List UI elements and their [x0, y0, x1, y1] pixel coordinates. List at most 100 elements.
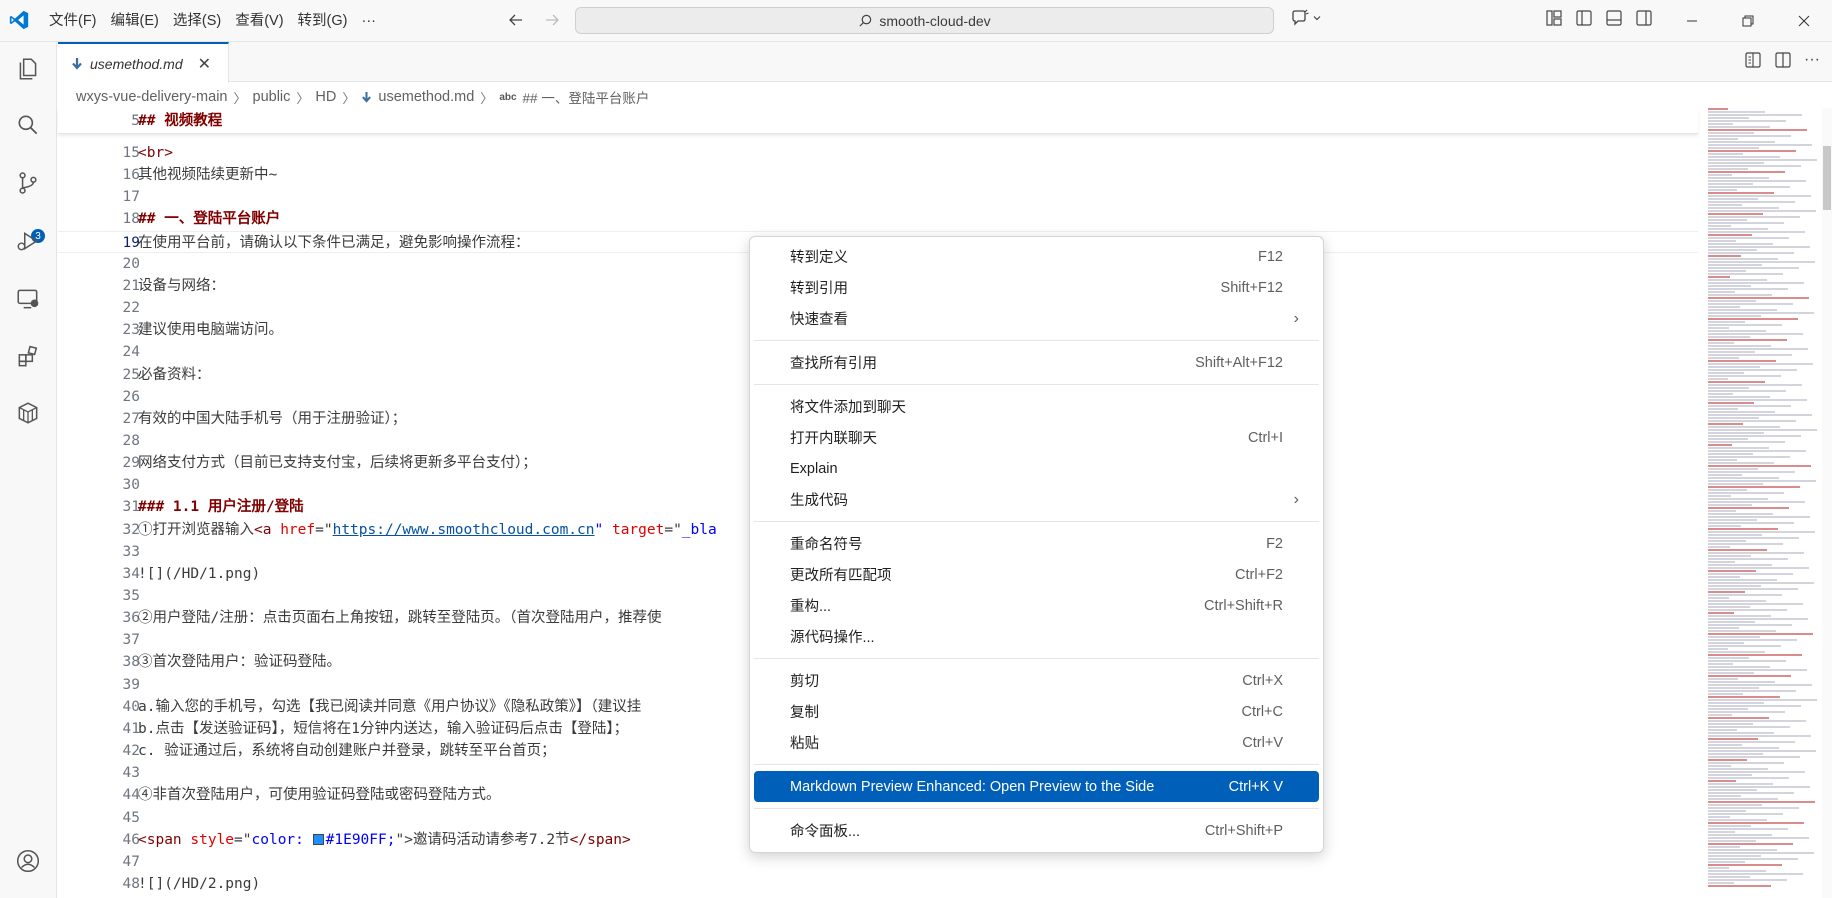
context-menu-item[interactable]: 重命名符号 F2	[754, 528, 1319, 559]
breadcrumb-item-root[interactable]: wxys-vue-delivery-main	[76, 89, 227, 105]
context-menu-item[interactable]: 将文件添加到聊天	[754, 391, 1319, 422]
split-editor-icon[interactable]	[1774, 51, 1792, 69]
minimap-line	[1708, 621, 1755, 623]
sticky-heading: ## 视频教程	[138, 113, 223, 129]
account-icon[interactable]	[13, 846, 43, 876]
menu-separator	[754, 658, 1319, 659]
menu-item-shortcut: Ctrl+Shift+R	[1204, 597, 1283, 614]
customize-layout-icon[interactable]	[1545, 9, 1563, 27]
line-number: 27	[122, 410, 140, 427]
restore-button[interactable]	[1720, 0, 1776, 42]
breadcrumb-item-hd[interactable]: HD	[315, 89, 336, 105]
scrollbar-thumb[interactable]	[1823, 146, 1831, 210]
toggle-panel-icon[interactable]	[1605, 9, 1623, 27]
close-window-button[interactable]	[1776, 0, 1832, 42]
minimap-line	[1708, 222, 1784, 224]
context-menu-item[interactable]: 生成代码 ›	[754, 484, 1319, 515]
minimap-line	[1708, 618, 1808, 620]
context-menu-item[interactable]: 复制 Ctrl+C	[754, 696, 1319, 727]
context-menu-item[interactable]: Markdown Preview Enhanced: Open Preview …	[754, 771, 1319, 802]
minimap-line	[1708, 546, 1730, 548]
context-menu-item[interactable]: 剪切 Ctrl+X	[754, 665, 1319, 696]
run-debug-icon[interactable]	[13, 226, 43, 256]
minimap-line	[1708, 711, 1785, 713]
open-preview-to-side-icon[interactable]	[1744, 51, 1762, 69]
minimap-line	[1708, 771, 1805, 773]
code-line[interactable]: 48 ![](/HD/2.png)	[58, 873, 1698, 895]
menu-item-0[interactable]: 文件(F)	[42, 7, 104, 35]
menu-item-label: 快速查看	[790, 312, 848, 328]
minimap-line	[1708, 726, 1790, 728]
context-menu-item[interactable]: 更改所有匹配项 Ctrl+F2	[754, 559, 1319, 590]
line-content: b.点击【发送验证码】，短信将在1分钟内送达，输入验证码后点击【登陆】；	[138, 718, 628, 740]
line-number: 41	[122, 720, 140, 737]
copilot-button[interactable]	[1290, 9, 1322, 27]
menu-item-2[interactable]: 选择(S)	[166, 7, 228, 35]
minimap-line	[1708, 783, 1773, 785]
minimap-line	[1708, 261, 1815, 263]
search-icon	[859, 14, 872, 27]
breadcrumb-item-file[interactable]: usemethod.md	[378, 89, 474, 105]
minimap-line	[1708, 306, 1740, 308]
explorer-icon[interactable]	[13, 54, 43, 84]
minimap-line	[1708, 450, 1806, 452]
toggle-secondary-sidebar-icon[interactable]	[1635, 9, 1653, 27]
source-control-icon[interactable]	[13, 168, 43, 198]
code-line[interactable]: 16 其他视频陆续更新中~	[58, 164, 1698, 186]
text-segment: 建议使用电脑端访问。	[138, 322, 283, 339]
minimap-line	[1708, 675, 1791, 677]
containers-icon[interactable]	[13, 398, 43, 428]
string-value: color:	[251, 831, 313, 848]
line-number: 38	[122, 654, 140, 671]
line-content: ③首次登陆用户：验证码登陆。	[138, 651, 341, 673]
command-center-search[interactable]: smooth-cloud-dev	[575, 7, 1274, 34]
back-arrow-icon[interactable]	[505, 9, 527, 31]
close-tab-icon[interactable]: ✕	[198, 54, 211, 74]
extensions-icon[interactable]	[13, 342, 43, 372]
line-number: 18	[122, 211, 140, 228]
menu-item-5[interactable]: ···	[354, 7, 383, 35]
code-line[interactable]: 18 ## 一、登陆平台账户	[58, 208, 1698, 230]
remote-explorer-icon[interactable]	[13, 284, 43, 314]
code-line[interactable]: 47	[58, 851, 1698, 873]
text-segment: a.输入您的手机号，勾选【我已阅读并同意《用户协议》《隐私政策》】（建议挂	[138, 698, 642, 715]
breadcrumb-item-symbol[interactable]: ## 一、登陆平台账户	[523, 87, 650, 107]
forward-arrow-icon[interactable]	[541, 9, 563, 31]
toggle-primary-sidebar-icon[interactable]	[1575, 9, 1593, 27]
menu-item-label: 复制	[790, 705, 819, 721]
minimap-line	[1708, 411, 1775, 413]
context-menu-item[interactable]: 快速查看 ›	[754, 303, 1319, 334]
sticky-scroll-header[interactable]: 5 ## 视频教程	[58, 108, 1698, 134]
more-actions-icon[interactable]: ···	[1804, 51, 1820, 69]
context-menu-item[interactable]: 命令面板... Ctrl+Shift+P	[754, 815, 1319, 846]
minimap-line	[1708, 684, 1812, 686]
context-menu-item[interactable]: 粘贴 Ctrl+V	[754, 727, 1319, 758]
context-menu-item[interactable]: 转到定义 F12	[754, 241, 1319, 272]
breadcrumb-item-public[interactable]: public	[253, 89, 291, 105]
context-menu-item[interactable]: 转到引用 Shift+F12	[754, 272, 1319, 303]
minimap-line	[1708, 564, 1772, 566]
context-menu-item[interactable]: 打开内联聊天 Ctrl+I	[754, 422, 1319, 453]
color-swatch-icon[interactable]	[312, 833, 324, 845]
string-value: _bla	[681, 521, 717, 538]
context-menu-item[interactable]: Explain	[754, 453, 1319, 484]
search-icon[interactable]	[13, 110, 43, 140]
minimap-line	[1708, 486, 1800, 488]
menu-item-1[interactable]: 编辑(E)	[104, 7, 166, 35]
code-line[interactable]: 15 <br>	[58, 142, 1698, 164]
minimap-line	[1708, 606, 1750, 608]
code-line[interactable]: 17	[58, 186, 1698, 208]
context-menu-item[interactable]: 查找所有引用 Shift+Alt+F12	[754, 347, 1319, 378]
minimize-button[interactable]	[1664, 0, 1720, 42]
line-content: ![](/HD/1.png)	[138, 563, 260, 585]
menu-item-4[interactable]: 转到(G)	[291, 7, 355, 35]
tab-usemethod[interactable]: usemethod.md ✕	[58, 42, 229, 83]
minimap[interactable]	[1708, 108, 1822, 898]
menu-item-3[interactable]: 查看(V)	[228, 7, 290, 35]
context-menu-item[interactable]: 源代码操作...	[754, 621, 1319, 652]
vertical-scrollbar[interactable]	[1822, 108, 1832, 898]
context-menu-item[interactable]: 重构... Ctrl+Shift+R	[754, 590, 1319, 621]
minimap-line	[1708, 648, 1728, 650]
minimap-line	[1708, 753, 1763, 755]
minimap-line	[1708, 714, 1732, 716]
